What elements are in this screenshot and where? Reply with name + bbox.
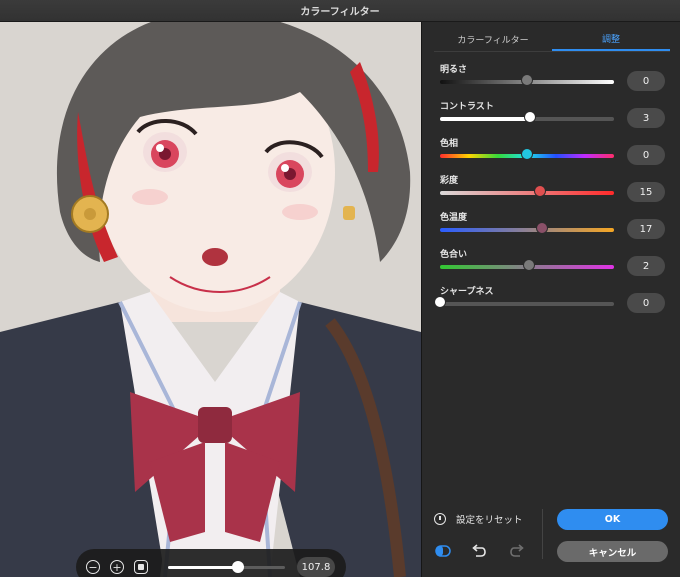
tab-color-filter[interactable]: カラーフィルター — [434, 28, 552, 51]
slider-saturation-knob[interactable] — [534, 185, 547, 197]
slider-contrast: コントラスト 3 — [440, 99, 665, 133]
slider-hue-value[interactable]: 0 — [627, 145, 665, 165]
slider-temperature-value[interactable]: 17 — [627, 219, 665, 239]
zoom-slider[interactable] — [168, 560, 285, 573]
zoom-in-button[interactable]: + — [110, 560, 124, 574]
slider-tint-value[interactable]: 2 — [627, 256, 665, 276]
slider-saturation-value[interactable]: 15 — [627, 182, 665, 202]
slider-temperature-track[interactable] — [440, 228, 614, 232]
zoom-slider-knob[interactable] — [232, 560, 245, 573]
slider-saturation-label: 彩度 — [440, 176, 459, 186]
image-preview[interactable]: − + 107.8 — [0, 22, 421, 577]
slider-hue-label: 色相 — [440, 139, 459, 149]
ok-button[interactable]: OK — [557, 509, 668, 530]
fit-to-screen-button[interactable] — [134, 560, 148, 574]
slider-temperature-knob[interactable] — [535, 222, 548, 234]
redo-icon — [510, 544, 524, 557]
slider-tint-label: 色合い — [440, 250, 468, 260]
slider-contrast-knob[interactable] — [523, 111, 536, 123]
slider-contrast-value[interactable]: 3 — [627, 108, 665, 128]
reset-icon — [434, 513, 446, 525]
slider-sharpness-label: シャープネス — [440, 287, 494, 297]
slider-tint-knob[interactable] — [522, 259, 535, 271]
reset-settings-label: 設定をリセット — [456, 515, 523, 526]
slider-hue: 色相 0 — [440, 136, 665, 170]
reset-settings-button[interactable]: 設定をリセット — [434, 512, 523, 526]
preview-illustration — [0, 22, 421, 577]
slider-contrast-label: コントラスト — [440, 102, 494, 112]
redo-button[interactable] — [508, 542, 526, 560]
slider-brightness-knob[interactable] — [521, 74, 533, 86]
cancel-button[interactable]: キャンセル — [557, 541, 668, 562]
slider-temperature-label: 色温度 — [440, 213, 468, 223]
zoom-slider-fill — [168, 565, 239, 569]
zoom-out-button[interactable]: − — [86, 560, 100, 574]
slider-saturation: 彩度 15 — [440, 173, 665, 207]
zoom-out-icon: − — [88, 560, 98, 574]
slider-sharpness-knob[interactable] — [434, 296, 446, 308]
slider-brightness-label: 明るさ — [440, 65, 468, 75]
compare-icon — [435, 545, 451, 557]
window-title: カラーフィルター — [300, 7, 380, 18]
slider-sharpness-value[interactable]: 0 — [627, 293, 665, 313]
tab-adjust[interactable]: 調整 — [552, 28, 670, 51]
zoom-in-icon: + — [112, 560, 122, 574]
slider-temperature: 色温度 17 — [440, 210, 665, 244]
adjustment-panel: カラーフィルター 調整 明るさ 0 コントラスト 3 色相 0 彩度 15 色温度 17 色合い 2 シ… — [421, 22, 680, 577]
slider-tint: 色合い 2 — [440, 247, 665, 281]
undo-button[interactable] — [470, 542, 488, 560]
fit-screen-icon — [138, 564, 144, 570]
window-title-bar: カラーフィルター — [0, 0, 680, 22]
compare-button[interactable] — [434, 542, 452, 560]
zoom-toolbar: − + 107.8 — [76, 549, 346, 577]
slider-brightness: 明るさ 0 — [440, 62, 665, 96]
slider-sharpness-track[interactable] — [440, 302, 614, 306]
footer-divider — [542, 509, 543, 559]
slider-hue-knob[interactable] — [521, 148, 533, 160]
panel-tabs: カラーフィルター 調整 — [434, 28, 670, 52]
zoom-value[interactable]: 107.8 — [297, 557, 335, 577]
undo-icon — [472, 544, 486, 557]
slider-saturation-track[interactable] — [440, 191, 614, 195]
slider-brightness-value[interactable]: 0 — [627, 71, 665, 91]
slider-sharpness: シャープネス 0 — [434, 284, 665, 318]
